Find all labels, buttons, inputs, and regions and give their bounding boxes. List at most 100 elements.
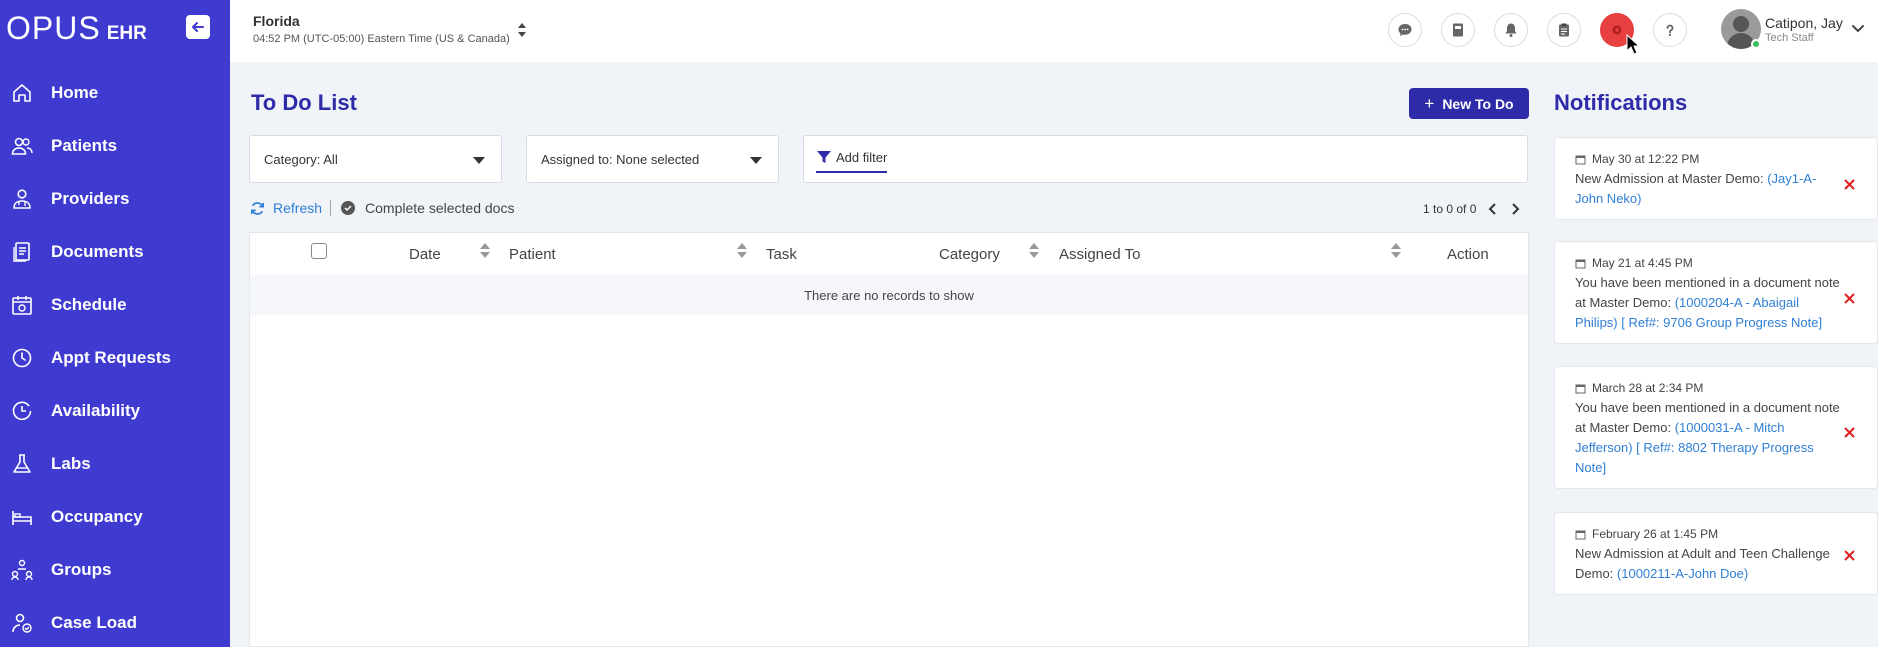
page-title: To Do List: [251, 90, 357, 115]
caret-down-icon: [750, 157, 762, 164]
refresh-icon: [251, 201, 264, 215]
sidebar-item-availability[interactable]: Availability: [0, 384, 230, 437]
plus-icon: +: [1424, 93, 1435, 113]
flask-icon: [10, 452, 34, 476]
column-header-task: Task: [766, 246, 797, 263]
user-name: Catipon, Jay: [1765, 14, 1843, 31]
notification-card: March 28 at 2:34 PM You have been mentio…: [1554, 366, 1878, 489]
users-icon: [10, 134, 34, 158]
refresh-label: Refresh: [273, 200, 323, 216]
notifications-bell-button[interactable]: [1494, 13, 1528, 47]
availability-icon: [10, 399, 34, 423]
book-icon: [1453, 23, 1463, 37]
caret-down-icon: [473, 157, 485, 164]
messages-button[interactable]: [1388, 13, 1422, 47]
select-all-checkbox[interactable]: [311, 243, 327, 259]
calendar-icon: [1575, 155, 1586, 164]
close-icon[interactable]: [1843, 178, 1856, 191]
collapse-sidebar-button[interactable]: [186, 15, 210, 39]
sidebar-item-label: Providers: [51, 188, 130, 208]
sort-date-icon[interactable]: [480, 243, 490, 259]
help-button[interactable]: [1653, 13, 1687, 47]
arrow-left-icon: [192, 22, 204, 32]
sidebar-item-providers[interactable]: Providers: [0, 172, 230, 225]
groups-icon: [10, 558, 34, 582]
notification-text: New Admission at Master Demo:: [1575, 171, 1768, 186]
sidebar-item-label: Availability: [51, 400, 141, 420]
column-header-date[interactable]: Date: [409, 246, 441, 263]
close-icon[interactable]: [1843, 292, 1856, 305]
pager-text: 1 to 0 of 0: [1423, 202, 1477, 216]
column-header-patient[interactable]: Patient: [509, 246, 556, 263]
notification-date: February 26 at 1:45 PM: [1592, 527, 1719, 541]
sidebar-item-documents[interactable]: Documents: [0, 225, 230, 278]
sidebar-item-appt-requests[interactable]: Appt Requests: [0, 331, 230, 384]
next-page-button[interactable]: [1510, 203, 1520, 215]
add-filter-button[interactable]: Add filter: [816, 149, 888, 173]
sidebar-item-label: Labs: [51, 453, 91, 473]
notifications-title: Notifications: [1554, 90, 1688, 115]
prev-page-button[interactable]: [1488, 203, 1498, 215]
chat-icon: [1398, 24, 1412, 36]
sort-category-icon[interactable]: [1029, 243, 1039, 259]
clipboard-button[interactable]: [1547, 13, 1581, 47]
mouse-cursor-icon: [1626, 34, 1640, 55]
sidebar-item-home[interactable]: Home: [0, 66, 230, 119]
online-status-dot: [1751, 39, 1761, 49]
calendar-icon: [1575, 530, 1586, 539]
documents-icon: [10, 240, 34, 264]
divider: [330, 200, 332, 216]
bell-icon: [1505, 23, 1517, 37]
user-menu[interactable]: Catipon, Jay Tech Staff: [1721, 9, 1865, 49]
sidebar-item-case-load[interactable]: Case Load: [0, 596, 230, 647]
sidebar-item-label: Documents: [51, 241, 144, 261]
sidebar-item-groups[interactable]: Groups: [0, 543, 230, 596]
toolbar-icons: [1388, 13, 1706, 47]
table-header: Date Patient Task Category Assigned To A…: [250, 233, 1528, 275]
notification-date: March 28 at 2:34 PM: [1592, 381, 1704, 395]
location-info[interactable]: Florida 04:52 PM (UTC-05:00) Eastern Tim…: [253, 13, 510, 45]
assigned-to-select[interactable]: Assigned to: None selected: [526, 135, 779, 183]
calendar-icon: [1575, 259, 1586, 268]
add-filter-label: Add filter: [836, 149, 888, 165]
book-button[interactable]: [1441, 13, 1475, 47]
close-icon[interactable]: [1843, 549, 1856, 562]
new-todo-button[interactable]: + New To Do: [1409, 88, 1529, 119]
sort-assigned-icon[interactable]: [1391, 243, 1401, 259]
check-circle-icon: [341, 201, 356, 215]
close-icon[interactable]: [1843, 426, 1856, 439]
filter-bar: Add filter: [803, 135, 1528, 183]
column-header-assigned-to[interactable]: Assigned To: [1059, 246, 1140, 263]
chevron-down-icon[interactable]: [1851, 24, 1865, 34]
sort-patient-icon[interactable]: [737, 243, 747, 259]
category-select[interactable]: Category: All: [249, 135, 502, 183]
sidebar-item-occupancy[interactable]: Occupancy: [0, 490, 230, 543]
location-time: 04:52 PM (UTC-05:00) Eastern Time (US & …: [253, 33, 510, 45]
sidebar-item-label: Groups: [51, 559, 112, 579]
logo-text: OPUS: [6, 10, 101, 46]
sidebar-item-labs[interactable]: Labs: [0, 437, 230, 490]
refresh-button[interactable]: Refresh: [250, 200, 322, 216]
todo-table: Date Patient Task Category Assigned To A…: [249, 232, 1529, 647]
column-header-category[interactable]: Category: [939, 246, 1000, 263]
category-select-value: Category: All: [264, 151, 338, 167]
clock-icon: [10, 346, 34, 370]
sidebar-item-patients[interactable]: Patients: [0, 119, 230, 172]
notification-link[interactable]: (1000211-A-John Doe): [1617, 566, 1748, 581]
caseload-icon: [10, 611, 34, 635]
sidebar-nav: Home Patients Providers Documents Schedu…: [0, 66, 230, 647]
sidebar-item-label: Schedule: [51, 294, 127, 314]
new-todo-label: New To Do: [1442, 95, 1514, 112]
gear-icon: [1612, 25, 1622, 35]
sort-switch-icon[interactable]: [515, 20, 529, 40]
sidebar-item-schedule[interactable]: Schedule: [0, 278, 230, 331]
list-actions: Refresh Complete selected docs: [250, 200, 514, 216]
home-icon: [10, 81, 34, 105]
location-name: Florida: [253, 13, 300, 29]
column-header-action: Action: [1447, 246, 1489, 263]
opus-ehr-logo[interactable]: OPUS EHR: [6, 10, 147, 46]
complete-selected-button[interactable]: Complete selected docs: [341, 200, 514, 216]
doctor-icon: [10, 187, 34, 211]
pagination: 1 to 0 of 0: [1423, 202, 1520, 216]
question-icon: [1666, 24, 1674, 37]
